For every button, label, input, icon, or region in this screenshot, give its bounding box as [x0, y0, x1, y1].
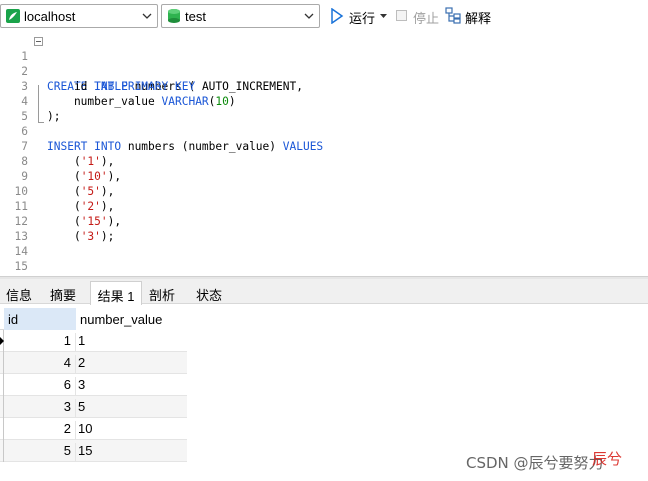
tab-info[interactable]: 信息 — [0, 281, 38, 304]
table-row[interactable]: 5 15 — [0, 440, 187, 462]
sql-editor[interactable]: 1 CREATE TABLE numbers ( 2 id INT PRIMAR… — [0, 33, 648, 288]
stop-label: 停止 — [413, 11, 440, 26]
tab-result-1[interactable]: 结果 1 — [90, 281, 142, 305]
column-header-id[interactable]: id — [4, 308, 76, 330]
code-line: 3 number_value VARCHAR(10) — [21, 80, 236, 108]
cell-number-value[interactable]: 1 — [78, 333, 85, 348]
cell-id[interactable]: 5 — [4, 443, 76, 462]
table-row[interactable]: 1 1 — [0, 330, 187, 352]
code-line: 14 — [14, 245, 28, 258]
database-value: test — [185, 9, 206, 24]
explain-icon — [445, 7, 461, 24]
code-line: 6 INSERT INTO numbers (number_value) VAL… — [21, 125, 324, 153]
fold-toggle-icon[interactable] — [34, 37, 43, 46]
toolbar: localhost test 运行 停止 解释 — [0, 0, 648, 33]
code-line: 11 ('15'), — [14, 200, 122, 228]
tab-status[interactable]: 状态 — [186, 281, 232, 304]
code-line: 10 ('2'), — [14, 185, 115, 213]
tab-summary[interactable]: 摘要 — [42, 281, 84, 304]
watermark: CSDN @辰兮要努力 — [466, 452, 604, 473]
cell-id[interactable]: 2 — [4, 421, 76, 440]
run-button[interactable]: 运行 — [328, 6, 390, 26]
code-line: 15 SELECT * FROM numbers ORDER BY CAST(n… — [14, 260, 492, 288]
tab-profile[interactable]: 剖析 — [142, 281, 182, 304]
table-row[interactable]: 2 10 — [0, 418, 187, 440]
stop-button[interactable]: 停止 — [394, 6, 440, 26]
cell-id[interactable]: 1 — [4, 333, 76, 352]
cell-number-value[interactable]: 5 — [78, 399, 85, 414]
code-line: 5 — [21, 110, 28, 123]
code-line: 1 CREATE TABLE numbers ( — [0, 34, 648, 93]
cell-number-value[interactable]: 15 — [78, 443, 92, 458]
code-line: 16 — [0, 259, 648, 288]
cell-number-value[interactable]: 2 — [78, 355, 85, 370]
database-icon — [168, 9, 180, 23]
result-tabs: 信息 摘要 结果 1 剖析 状态 — [0, 279, 648, 305]
cell-id[interactable]: 6 — [4, 377, 76, 396]
chevron-down-icon — [304, 13, 314, 19]
code-line: 12 ('3'); — [14, 215, 115, 243]
chevron-down-icon — [142, 13, 152, 19]
connection-icon — [6, 9, 20, 23]
watermark-text: CSDN @辰兮要努力 — [466, 454, 604, 472]
code-line: 13 — [14, 230, 28, 243]
stop-icon — [396, 10, 407, 21]
table-row[interactable]: 6 3 — [0, 374, 187, 396]
code-line: 2 id INT PRIMARY KEY AUTO_INCREMENT, — [21, 65, 303, 93]
caret-down-icon — [380, 14, 387, 18]
connection-value: localhost — [24, 9, 76, 24]
explain-label: 解释 — [465, 11, 492, 26]
cell-number-value[interactable]: 3 — [78, 377, 85, 392]
code-line: 4 ); — [21, 95, 61, 123]
play-icon — [331, 8, 344, 24]
code-line: 8 ('10'), — [21, 155, 122, 183]
cell-id[interactable]: 3 — [4, 399, 76, 418]
connection-select[interactable]: localhost — [0, 4, 158, 28]
explain-button[interactable]: 解释 — [445, 6, 495, 26]
grid-header: id number_value — [0, 308, 187, 330]
table-row[interactable]: 3 5 — [0, 396, 187, 418]
code-line: 9 ('5'), — [21, 170, 115, 198]
table-row[interactable]: 4 2 — [0, 352, 187, 374]
database-select[interactable]: test — [161, 4, 320, 28]
column-header-number-value[interactable]: number_value — [76, 308, 187, 330]
run-label: 运行 — [349, 11, 376, 26]
code-line: 7 ('1'), — [21, 140, 115, 168]
cell-id[interactable]: 4 — [4, 355, 76, 374]
cell-number-value[interactable]: 10 — [78, 421, 92, 436]
watermark-stamp: 辰兮 — [592, 450, 623, 468]
